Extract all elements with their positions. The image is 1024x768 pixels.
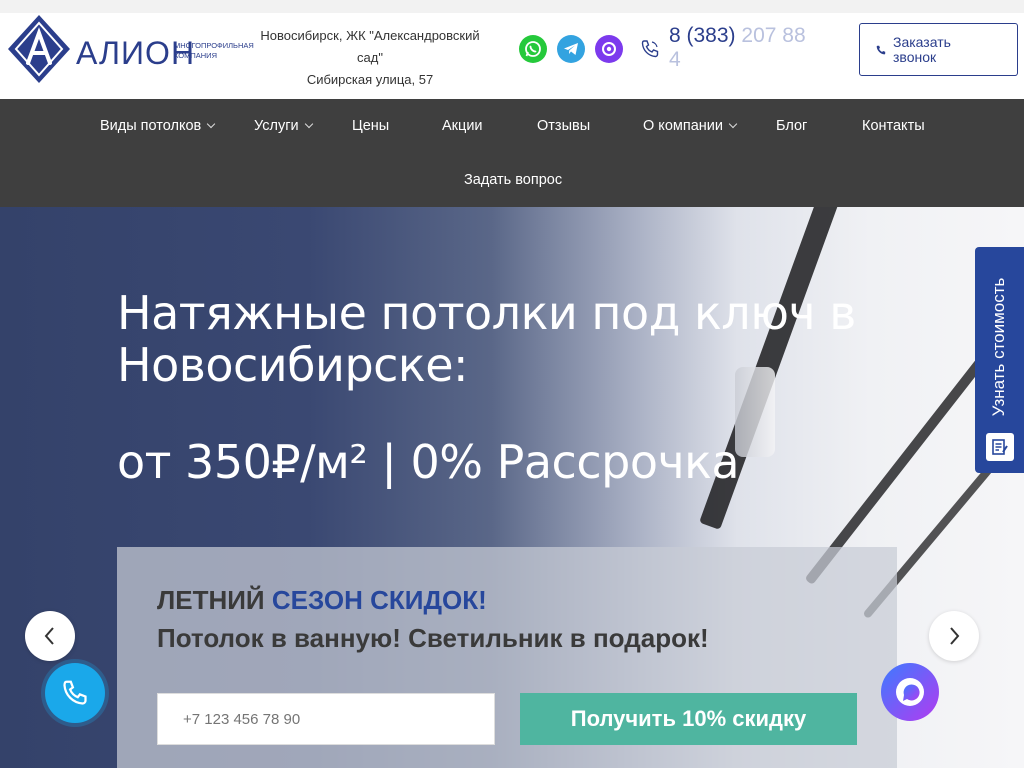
site-header: АЛИОН многопрофильная компания Новосибир… — [0, 13, 1024, 99]
chevron-down-icon — [728, 119, 738, 129]
chevron-down-icon — [207, 119, 216, 129]
max-chat-icon — [896, 678, 924, 706]
nav-item-ask-question[interactable]: Задать вопрос — [464, 153, 562, 207]
chevron-down-icon — [304, 119, 313, 129]
address-line-2: Сибирская улица, 57 — [306, 72, 434, 87]
nav-item-blog[interactable]: Блог — [776, 99, 807, 153]
side-tab-label: Узнать стоимость — [989, 277, 1008, 417]
promo-heading: ЛЕТНИЙ СЕЗОН СКИДОК! — [157, 585, 487, 615]
phone-small-icon — [876, 45, 886, 54]
floating-call-button[interactable] — [45, 663, 105, 723]
phone-number[interactable]: 8 (383) 207 88 4 — [669, 24, 819, 72]
main-nav: Виды потолков Услуги Цены Акции Отзывы О… — [0, 99, 1024, 207]
telegram-icon[interactable] — [557, 35, 585, 63]
side-tab-get-price[interactable]: Узнать стоимость — [975, 247, 1024, 473]
callback-button[interactable]: Заказать звонок — [859, 23, 1018, 76]
top-strip — [0, 0, 1024, 13]
logo[interactable]: АЛИОН многопрофильная компания — [6, 13, 256, 85]
phone-icon — [63, 680, 87, 705]
hero-price: от 350₽/м² | 0% Рассрочка — [117, 435, 740, 489]
address-line-1: Новосибирск, ЖК "Александровский сад" — [260, 28, 480, 65]
nav-item-prices[interactable]: Цены — [352, 99, 389, 153]
slider-next-button[interactable] — [929, 611, 979, 661]
max-icon[interactable] — [595, 35, 623, 63]
promo-form: ЛЕТНИЙ СЕЗОН СКИДОК! Потолок в ванную! С… — [117, 547, 897, 768]
nav-item-about[interactable]: О компании — [643, 99, 738, 153]
whatsapp-icon[interactable] — [519, 35, 547, 63]
promo-subheading: Потолок в ванную! Светильник в подарок! — [157, 623, 709, 653]
nav-item-services[interactable]: Услуги — [254, 99, 313, 153]
hero-slider: Натяжные потолки под ключ в Новосибирске… — [0, 207, 1024, 768]
phone-icon — [641, 40, 659, 58]
logo-mark-icon — [8, 15, 70, 83]
get-discount-button[interactable]: Получить 10% скидку — [520, 693, 857, 745]
nav-item-ceiling-types[interactable]: Виды потолков — [100, 99, 216, 153]
chevron-right-icon — [950, 627, 960, 645]
social-links — [519, 35, 623, 63]
nav-item-contacts[interactable]: Контакты — [862, 99, 925, 153]
nav-item-promotions[interactable]: Акции — [442, 99, 483, 153]
chevron-left-icon — [44, 627, 54, 645]
slider-prev-button[interactable] — [25, 611, 75, 661]
address: Новосибирск, ЖК "Александровский сад" Си… — [255, 25, 485, 91]
floating-max-chat-button[interactable] — [881, 663, 939, 721]
phone-input[interactable] — [157, 693, 495, 745]
logo-tagline: многопрофильная компания — [174, 41, 254, 60]
nav-item-reviews[interactable]: Отзывы — [537, 99, 590, 153]
hero-title: Натяжные потолки под ключ в Новосибирске… — [117, 286, 856, 392]
form-icon — [986, 433, 1014, 461]
